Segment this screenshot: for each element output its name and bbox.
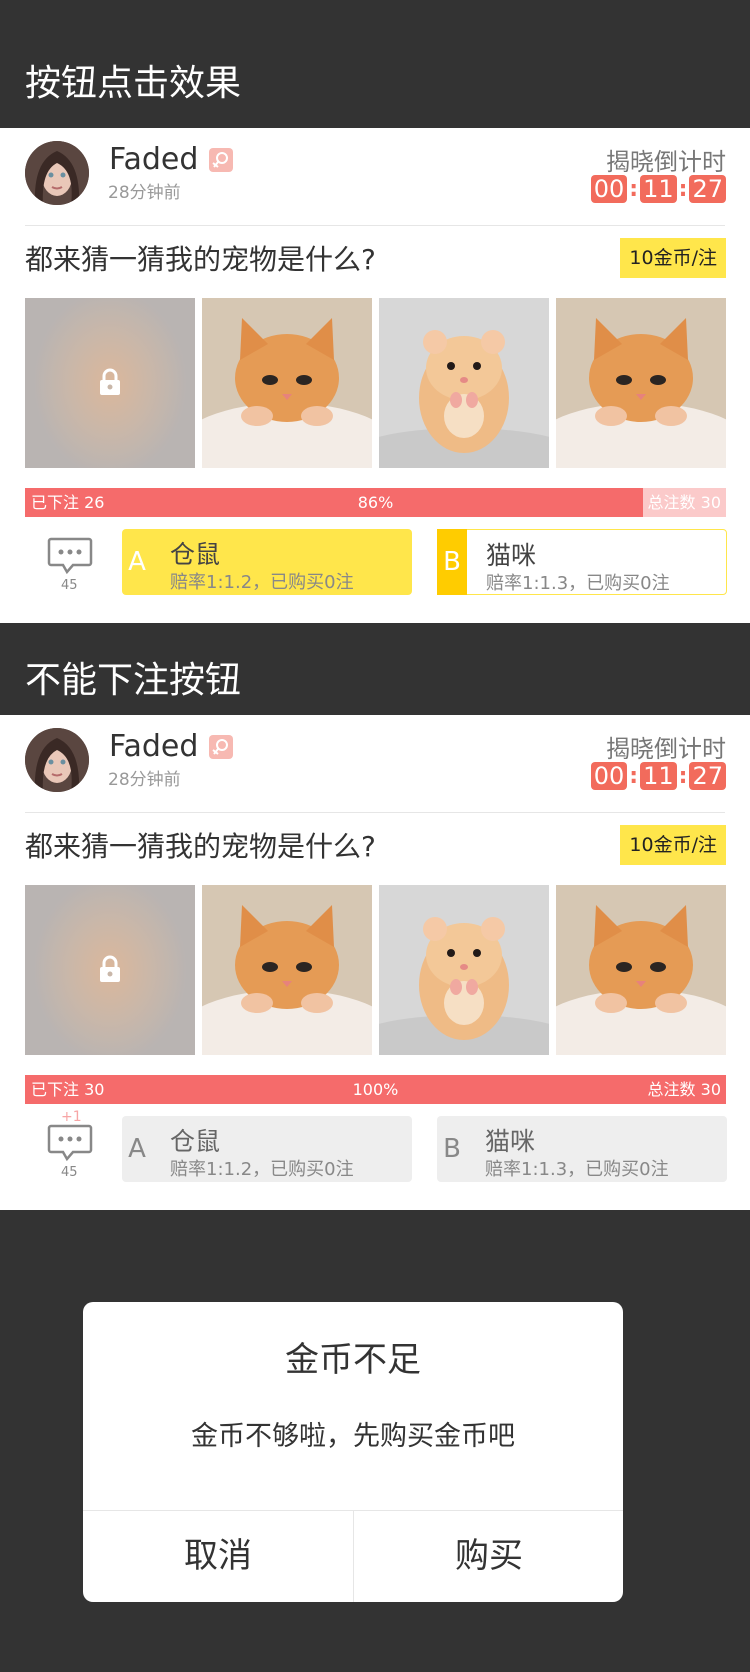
image-row [25,885,726,1055]
countdown-minutes: 11 [640,175,677,203]
username[interactable]: Faded [109,727,198,767]
locked-image[interactable] [25,885,195,1055]
post-card: Faded 28分钟前 揭晓倒计时 00 : 11 : 27 都来猜一猜我的宠物… [0,128,750,623]
option-b-button[interactable]: B 猫咪 赔率1:1.3，已购买0注 [437,529,727,595]
countdown-hours: 00 [590,175,628,203]
countdown-minutes: 11 [640,762,677,790]
locked-image[interactable] [25,298,195,468]
option-letter: B [443,1134,461,1164]
price-badge: 10金币/注 [620,238,726,278]
option-name: 猫咪 [485,1127,536,1156]
image-row [25,298,726,468]
option-letter: B [437,529,467,595]
countdown-separator: : [629,176,639,202]
buy-button[interactable]: 购买 [354,1510,623,1602]
question-text: 都来猜一猜我的宠物是什么? [25,830,376,863]
dialog-message: 金币不够啦，先购买金币吧 [191,1421,515,1452]
dialog-title: 金币不足 [285,1340,421,1380]
cancel-button[interactable]: 取消 [83,1510,353,1602]
avatar[interactable] [25,141,89,205]
comment-icon[interactable] [47,1123,93,1169]
total-bets: 总注数 30 [642,488,726,517]
lock-icon [100,955,120,982]
female-icon [209,735,233,759]
kitten-image[interactable] [202,298,372,468]
kitten-image[interactable] [556,885,726,1055]
bet-percent: 100% [352,1080,399,1099]
question-text: 都来猜一猜我的宠物是什么? [25,243,376,276]
post-card: Faded 28分钟前 揭晓倒计时 00 : 11 : 27 都来猜一猜我的宠物… [0,715,750,1210]
countdown-hours: 00 [590,762,628,790]
kitten-image[interactable] [202,885,372,1055]
option-odds: 赔率1:1.3，已购买0注 [485,1159,669,1180]
comment-count: 45 [61,578,78,593]
bet-progress-bar: 已下注 26 86% 总注数 30 [25,488,726,517]
hamster-image[interactable] [379,298,549,468]
divider [25,812,725,813]
bet-progress-bar: 已下注 30 100% 总注数 30 [25,1075,726,1104]
option-b-button-disabled[interactable]: B 猫咪 赔率1:1.3，已购买0注 [437,1116,727,1182]
option-odds: 赔率1:1.3，已购买0注 [486,573,670,594]
post-time: 28分钟前 [108,770,181,790]
countdown-timer: 00 : 11 : 27 [590,762,726,790]
countdown-seconds: 27 [689,175,726,203]
countdown-separator: : [678,763,688,789]
post-time: 28分钟前 [108,183,181,203]
option-name: 仓鼠 [170,1127,221,1156]
option-odds: 赔率1:1.2，已购买0注 [170,1159,354,1180]
female-icon [209,148,233,172]
option-name: 仓鼠 [170,540,221,569]
username[interactable]: Faded [109,140,198,180]
hamster-image[interactable] [379,885,549,1055]
section-title-disabled-bet: 不能下注按钮 [25,660,242,701]
option-a-button[interactable]: A 仓鼠 赔率1:1.2，已购买0注 [122,529,412,595]
option-letter: A [128,547,146,577]
countdown-label: 揭晓倒计时 [606,735,726,763]
total-bets: 总注数 30 [647,1080,721,1099]
price-badge: 10金币/注 [620,825,726,865]
avatar[interactable] [25,728,89,792]
lock-icon [100,368,120,395]
comment-icon[interactable] [47,536,93,582]
countdown-label: 揭晓倒计时 [606,148,726,176]
bet-percent: 86% [357,493,394,512]
countdown-separator: : [678,176,688,202]
option-odds: 赔率1:1.2，已购买0注 [170,572,354,593]
kitten-image[interactable] [556,298,726,468]
option-a-button-disabled[interactable]: A 仓鼠 赔率1:1.2，已购买0注 [122,1116,412,1182]
insufficient-coins-dialog: 金币不足 金币不够啦，先购买金币吧 取消 购买 [83,1302,623,1602]
option-name: 猫咪 [486,541,537,570]
countdown-seconds: 27 [689,762,726,790]
divider [25,225,725,226]
countdown-timer: 00 : 11 : 27 [590,175,726,203]
option-letter: A [128,1134,146,1164]
comment-count: 45 [61,1165,78,1180]
countdown-separator: : [629,763,639,789]
section-title-click-effect: 按钮点击效果 [25,63,242,104]
